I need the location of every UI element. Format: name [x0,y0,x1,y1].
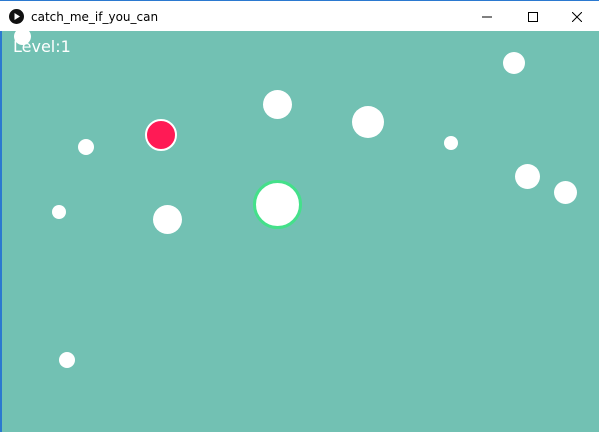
window-titlebar: catch_me_if_you_can [0,0,599,31]
red-target-ball[interactable] [145,119,177,151]
level-label: Level:1 [13,37,71,56]
maximize-button[interactable] [510,1,556,32]
white-ball [153,205,182,234]
white-ball [444,136,458,150]
game-canvas[interactable]: Level:1 [0,31,599,432]
white-ball [263,90,292,119]
white-ball [554,181,577,204]
white-ball [52,205,66,219]
close-button[interactable] [555,1,599,32]
maximize-icon [528,11,538,22]
white-ball [78,139,94,155]
white-ball [503,52,525,74]
minimize-icon [482,16,492,17]
player-ball[interactable] [253,180,302,229]
processing-play-icon [9,9,24,24]
minimize-button[interactable] [464,1,510,32]
white-ball [59,352,75,368]
window-title: catch_me_if_you_can [31,10,159,24]
white-ball [515,164,540,189]
close-icon [572,11,582,22]
white-ball [352,106,384,138]
